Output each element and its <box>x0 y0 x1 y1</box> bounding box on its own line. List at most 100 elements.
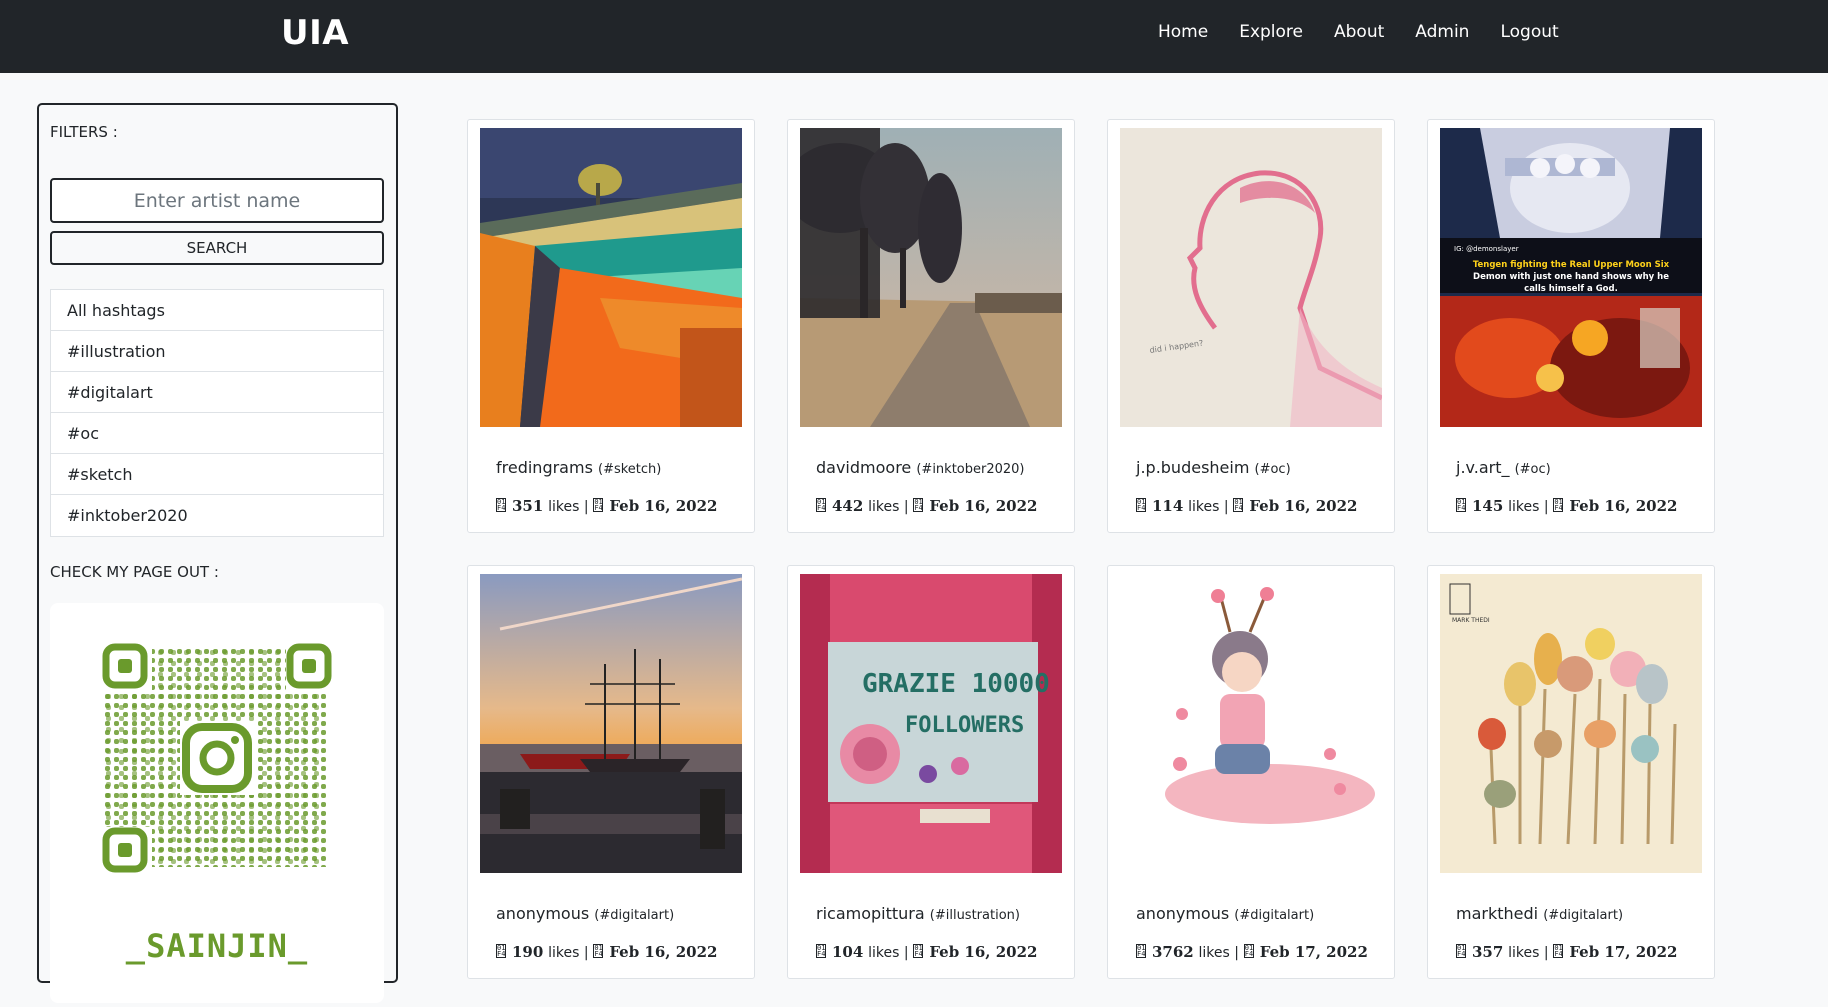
post-image[interactable] <box>800 128 1062 427</box>
likes-label: likes | <box>868 499 909 515</box>
artist-name[interactable]: markthedi <box>1456 904 1538 923</box>
post-title: j.v.art_ (#oc) <box>1456 458 1551 477</box>
post-card[interactable]: fredingrams (#sketch) 01 F4 351 likes | 01… <box>467 119 755 533</box>
nav-explore-link[interactable]: Explore <box>1239 22 1303 42</box>
hashtag-item-digitalart[interactable]: #digitalart <box>51 372 383 413</box>
likes-label: likes | <box>1508 499 1549 515</box>
post-image[interactable] <box>480 128 742 427</box>
filter-sidebar: FILTERS : SEARCH All hashtags #illustrat… <box>37 103 398 1003</box>
post-hashtag: (#sketch) <box>598 462 662 477</box>
post-image[interactable]: IG: @demonslayer Tengen fighting the Rea… <box>1440 128 1702 427</box>
artist-name[interactable]: anonymous <box>496 904 589 923</box>
likes-label: likes | <box>868 945 909 961</box>
artist-name[interactable]: anonymous <box>1136 904 1229 923</box>
post-title: anonymous (#digitalart) <box>1136 904 1314 923</box>
hashtag-item-all[interactable]: All hashtags <box>51 290 383 331</box>
artist-name[interactable]: j.p.budesheim <box>1136 458 1249 477</box>
hashtag-item-illustration[interactable]: #illustration <box>51 331 383 372</box>
post-meta: 01 F4 190 likes | 01 F4 Feb 16, 2022 <box>496 943 718 961</box>
post-hashtag: (#digitalart) <box>1543 908 1624 923</box>
post-title: fredingrams (#sketch) <box>496 458 661 477</box>
calendar-icon: 01 F4 <box>593 944 604 958</box>
post-title: j.p.budesheim (#oc) <box>1136 458 1291 477</box>
artist-name[interactable]: fredingrams <box>496 458 593 477</box>
artist-name[interactable]: davidmoore <box>816 458 911 477</box>
post-meta: 01 F4 351 likes | 01 F4 Feb 16, 2022 <box>496 497 718 515</box>
post-card[interactable]: IG: @demonslayer Tengen fighting the Rea… <box>1427 119 1715 533</box>
artist-name[interactable]: j.v.art_ <box>1456 458 1510 477</box>
embroidery-line1-text: GRAZIE 10000 <box>862 669 1050 699</box>
post-card[interactable]: anonymous (#digitalart) 01 F4 190 likes | … <box>467 565 755 979</box>
post-meta: 01 F4 104 likes | 01 F4 Feb 16, 2022 <box>816 943 1038 961</box>
hashtag-item-oc[interactable]: #oc <box>51 413 383 454</box>
calendar-icon: 01 F4 <box>593 498 604 512</box>
post-card[interactable]: GRAZIE 10000 FOLLOWERS ricamopittura (#i… <box>787 565 1075 979</box>
likes-count: 351 <box>512 497 544 515</box>
artist-name[interactable]: ricamopittura <box>816 904 925 923</box>
brand-logo[interactable]: UIA <box>281 13 349 53</box>
artist-name-input[interactable] <box>50 178 384 223</box>
qr-caption: _SAINJIN_ <box>125 927 309 965</box>
post-meta: 01 F4 114 likes | 01 F4 Feb 16, 2022 <box>1136 497 1358 515</box>
post-title: markthedi (#digitalart) <box>1456 904 1623 923</box>
post-card[interactable]: MARK THEDI markthedi (#digitalart) 01 F4 3… <box>1427 565 1715 979</box>
nav-home-link[interactable]: Home <box>1158 22 1208 42</box>
search-button[interactable]: SEARCH <box>50 231 384 265</box>
filters-label: FILTERS : <box>50 123 118 141</box>
nav-about-link[interactable]: About <box>1334 22 1384 42</box>
heart-icon: 01 F4 <box>1456 944 1466 958</box>
post-hashtag: (#oc) <box>1514 462 1551 477</box>
heart-icon: 01 F4 <box>496 498 506 512</box>
post-meta: 01 F4 3762 likes | 01 F4 Feb 17, 2022 <box>1136 943 1368 961</box>
calendar-icon: 01 F4 <box>1233 498 1244 512</box>
likes-count: 145 <box>1472 497 1504 515</box>
likes-count: 442 <box>832 497 864 515</box>
qr-code-card[interactable]: _SAINJIN_ <box>50 603 384 1003</box>
heart-icon: 01 F4 <box>816 498 826 512</box>
calendar-icon: 01 F4 <box>913 498 924 512</box>
post-date: Feb 16, 2022 <box>609 497 718 515</box>
likes-label: likes | <box>1198 945 1239 961</box>
post-card[interactable]: did i happen? j.p.budesheim (#oc) 01 F4 11… <box>1107 119 1395 533</box>
post-hashtag: (#illustration) <box>929 908 1020 923</box>
heart-icon: 01 F4 <box>1136 498 1146 512</box>
post-meta: 01 F4 145 likes | 01 F4 Feb 16, 2022 <box>1456 497 1678 515</box>
post-image[interactable]: MARK THEDI <box>1440 574 1702 873</box>
nav-links: Home Explore About Admin Logout <box>1158 22 1590 42</box>
post-card[interactable]: davidmoore (#inktober2020) 01 F4 442 likes… <box>787 119 1075 533</box>
likes-count: 190 <box>512 943 544 961</box>
likes-count: 114 <box>1152 497 1184 515</box>
hashtag-list: All hashtags #illustration #digitalart #… <box>50 289 384 537</box>
post-date: Feb 16, 2022 <box>1569 497 1678 515</box>
post-date: Feb 16, 2022 <box>1249 497 1358 515</box>
post-date: Feb 17, 2022 <box>1569 943 1678 961</box>
post-title: anonymous (#digitalart) <box>496 904 674 923</box>
post-hashtag: (#digitalart) <box>1234 908 1315 923</box>
post-image[interactable] <box>480 574 742 873</box>
post-hashtag: (#inktober2020) <box>916 462 1025 477</box>
post-image[interactable]: GRAZIE 10000 FOLLOWERS <box>800 574 1062 873</box>
hashtag-item-inktober2020[interactable]: #inktober2020 <box>51 495 383 536</box>
post-image[interactable]: did i happen? <box>1120 128 1382 427</box>
nav-logout-link[interactable]: Logout <box>1500 22 1558 42</box>
demon-tag-text: IG: @demonslayer <box>1454 245 1519 253</box>
check-page-label: CHECK MY PAGE OUT : <box>50 563 219 581</box>
post-date: Feb 16, 2022 <box>929 497 1038 515</box>
likes-count: 357 <box>1472 943 1504 961</box>
calendar-icon: 01 F4 <box>1553 498 1564 512</box>
nav-admin-link[interactable]: Admin <box>1415 22 1469 42</box>
hashtag-item-sketch[interactable]: #sketch <box>51 454 383 495</box>
likes-count: 3762 <box>1152 943 1194 961</box>
likes-count: 104 <box>832 943 864 961</box>
post-image[interactable] <box>1120 574 1382 873</box>
post-date: Feb 16, 2022 <box>929 943 1038 961</box>
likes-label: likes | <box>1508 945 1549 961</box>
calendar-icon: 01 F4 <box>1243 944 1254 958</box>
top-navbar: UIA Home Explore About Admin Logout <box>0 0 1828 73</box>
post-card[interactable]: anonymous (#digitalart) 01 F4 3762 likes |… <box>1107 565 1395 979</box>
calendar-icon: 01 F4 <box>913 944 924 958</box>
post-meta: 01 F4 442 likes | 01 F4 Feb 16, 2022 <box>816 497 1038 515</box>
demon-line3-text: calls himself a God. <box>1524 284 1618 294</box>
embroidery-line2-text: FOLLOWERS <box>905 713 1024 738</box>
heart-icon: 01 F4 <box>816 944 826 958</box>
